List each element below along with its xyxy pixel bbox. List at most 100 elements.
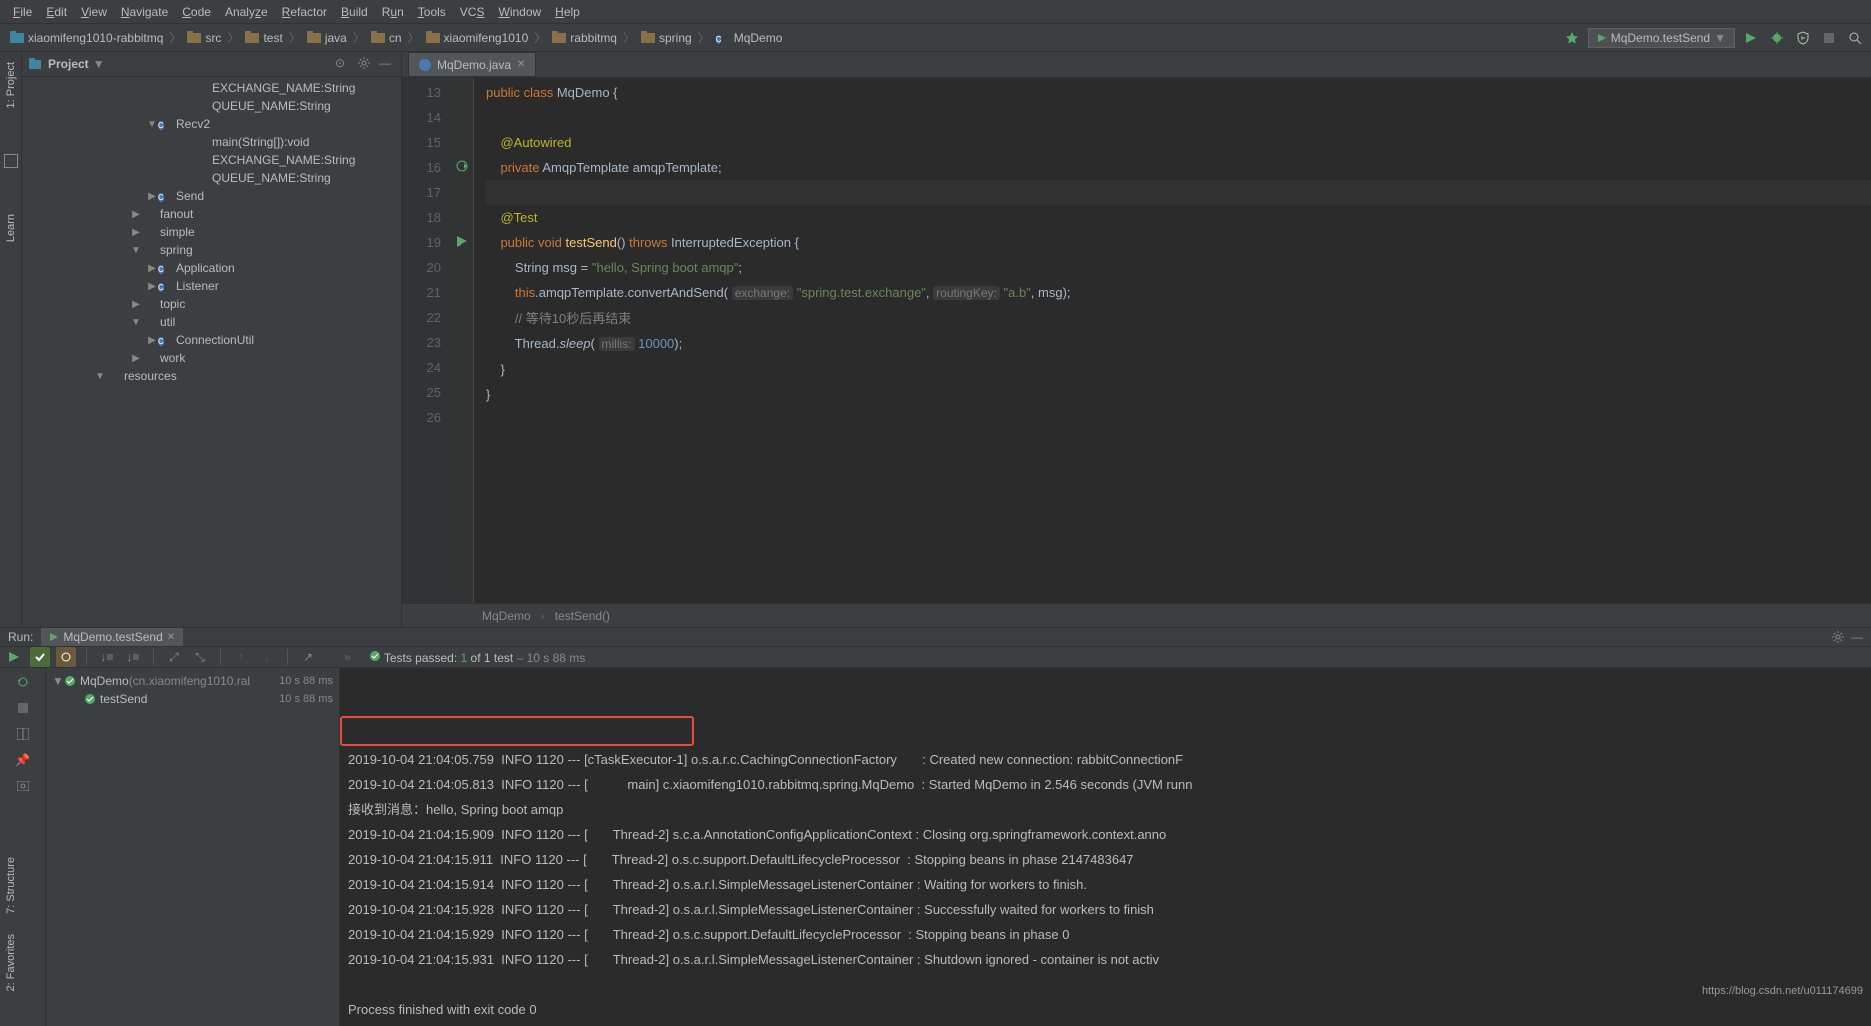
up-icon[interactable]: ↑ (231, 647, 251, 667)
tree-node[interactable]: QUEUE_NAME:String (22, 169, 401, 187)
tree-node[interactable]: ▼CRecv2 (22, 115, 401, 133)
run-config-label: MqDemo.testSend (1611, 31, 1710, 45)
rerun-icon[interactable] (4, 647, 24, 667)
stop-button[interactable] (1819, 28, 1839, 48)
editor-tabs: MqDemo.java ✕ (402, 52, 1871, 78)
navigation-bar: xiaomifeng1010-rabbitmq〉src〉test〉java〉cn… (0, 24, 1871, 52)
tree-node[interactable]: ▶topic (22, 295, 401, 313)
menu-help[interactable]: Help (548, 5, 587, 19)
coverage-button[interactable] (1793, 28, 1813, 48)
sidetab-structure[interactable]: 7: Structure (5, 857, 17, 914)
left-tool-gutter: 1: Project Learn (0, 52, 22, 627)
tree-node[interactable]: EXCHANGE_NAME:String (22, 151, 401, 169)
tab-label: MqDemo.java (437, 58, 511, 72)
expand-icon[interactable]: ⤢ (164, 647, 184, 667)
breadcrumb-MqDemo[interactable]: CMqDemo (712, 31, 787, 45)
tree-node[interactable]: EXCHANGE_NAME:String (22, 79, 401, 97)
menu-vcs[interactable]: VCS (453, 5, 492, 19)
tree-node[interactable]: ▶CListener (22, 277, 401, 295)
run-tab[interactable]: MqDemo.testSend ✕ (41, 628, 183, 646)
tree-node[interactable]: ▶fanout (22, 205, 401, 223)
breadcrumb-java[interactable]: java (303, 31, 351, 45)
tree-node[interactable]: ▼resources (22, 367, 401, 385)
stop2-icon[interactable] (13, 698, 33, 718)
breadcrumb-xiaomifeng1010-rabbitmq[interactable]: xiaomifeng1010-rabbitmq (6, 31, 167, 45)
settings-icon[interactable] (357, 56, 373, 72)
close-runtab-icon[interactable]: ✕ (167, 632, 175, 643)
code-text[interactable]: public class MqDemo { @Autowired private… (474, 78, 1871, 603)
menu-run[interactable]: Run (375, 5, 411, 19)
tree-node[interactable]: ▼spring (22, 241, 401, 259)
sidetab-learn[interactable]: Learn (3, 208, 19, 248)
tree-node[interactable]: ▶simple (22, 223, 401, 241)
project-tree[interactable]: EXCHANGE_NAME:StringQUEUE_NAME:String▼CR… (22, 77, 401, 627)
run-tab-label: MqDemo.testSend (63, 630, 162, 644)
editor-breadcrumb: MqDemo › testSend() (402, 603, 1871, 627)
menu-navigate[interactable]: Navigate (114, 5, 175, 19)
layout-icon[interactable] (13, 724, 33, 744)
toggle-ignore-icon[interactable] (56, 647, 76, 667)
rerun2-icon[interactable] (13, 672, 33, 692)
close-tab-icon[interactable]: ✕ (517, 59, 525, 70)
sidetab-project[interactable]: 1: Project (3, 56, 19, 114)
tree-node[interactable]: ▶CConnectionUtil (22, 331, 401, 349)
run-button[interactable] (1741, 28, 1761, 48)
breadcrumb-test[interactable]: test (241, 31, 286, 45)
sidetab-favorites[interactable]: 2: Favorites (5, 934, 17, 991)
export-icon[interactable]: ↗ (298, 647, 318, 667)
test-node[interactable]: ▼MqDemo (cn.xiaomifeng1010.ral10 s 88 ms (46, 672, 339, 690)
menu-view[interactable]: View (74, 5, 114, 19)
breadcrumb-rabbitmq[interactable]: rabbitmq (548, 31, 621, 45)
breadcrumb-xiaomifeng1010[interactable]: xiaomifeng1010 (422, 31, 533, 45)
menu-analyze[interactable]: Analyze (218, 5, 275, 19)
menu-code[interactable]: Code (175, 5, 218, 19)
test-status: Tests passed: 1 of 1 test – 10 s 88 ms (369, 650, 586, 665)
menu-refactor[interactable]: Refactor (275, 5, 334, 19)
pin-icon[interactable]: 📌 (13, 750, 33, 770)
menu-tools[interactable]: Tools (411, 5, 453, 19)
crumb-method[interactable]: testSend() (555, 609, 610, 623)
breadcrumb-spring[interactable]: spring (637, 31, 696, 45)
menu-bar: File Edit View Navigate Code Analyze Ref… (0, 0, 1871, 24)
menu-build[interactable]: Build (334, 5, 375, 19)
sort2-icon[interactable]: ↓≡ (123, 647, 143, 667)
tree-node[interactable]: ▶CApplication (22, 259, 401, 277)
run-panel: Run: MqDemo.testSend ✕ — ↓≡ ↓≡ ⤢ ⤡ ↑ ↓ ↗… (0, 627, 1871, 1001)
sidetab-box-icon[interactable] (4, 154, 18, 168)
tab-mqdemo[interactable]: MqDemo.java ✕ (408, 52, 536, 77)
watermark: https://blog.csdn.net/u011174699 (1702, 985, 1863, 997)
sort-icon[interactable]: ↓≡ (97, 647, 117, 667)
tree-node[interactable]: ▼util (22, 313, 401, 331)
run-hide-icon[interactable]: — (1851, 630, 1863, 644)
gutter-icons (450, 78, 474, 603)
toggle-pass-icon[interactable] (30, 647, 50, 667)
build-icon[interactable] (1562, 28, 1582, 48)
highlight-box (340, 716, 694, 746)
run-config-selector[interactable]: MqDemo.testSend ▼ (1588, 28, 1735, 48)
editor: MqDemo.java ✕ 13141516171819202122232425… (402, 52, 1871, 627)
breadcrumb-cn[interactable]: cn (367, 31, 406, 45)
console-output[interactable]: 2019-10-04 21:04:05.759 INFO 1120 --- [c… (340, 668, 1871, 1026)
tree-node[interactable]: ▶work (22, 349, 401, 367)
collapse-icon[interactable]: ⊙ (335, 56, 351, 72)
breadcrumb-src[interactable]: src (183, 31, 225, 45)
menu-edit[interactable]: Edit (39, 5, 74, 19)
search-icon[interactable] (1845, 28, 1865, 48)
tree-node[interactable]: main(String[]):void (22, 133, 401, 151)
test-tree[interactable]: ▼MqDemo (cn.xiaomifeng1010.ral10 s 88 ms… (46, 668, 340, 1026)
hide-icon[interactable]: — (379, 56, 395, 72)
menu-file[interactable]: File (6, 5, 39, 19)
screenshot-icon[interactable] (13, 776, 33, 796)
down-icon[interactable]: ↓ (257, 647, 277, 667)
java-icon (419, 59, 431, 71)
run-settings-icon[interactable] (1831, 630, 1845, 644)
menu-window[interactable]: Window (491, 5, 548, 19)
project-title: Project (48, 57, 89, 71)
test-node[interactable]: testSend10 s 88 ms (46, 690, 339, 708)
tree-node[interactable]: QUEUE_NAME:String (22, 97, 401, 115)
crumb-class[interactable]: MqDemo (482, 609, 531, 623)
tree-node[interactable]: ▶CSend (22, 187, 401, 205)
line-numbers: 1314151617181920212223242526 (402, 78, 450, 603)
collapse-icon[interactable]: ⤡ (190, 647, 210, 667)
debug-button[interactable] (1767, 28, 1787, 48)
